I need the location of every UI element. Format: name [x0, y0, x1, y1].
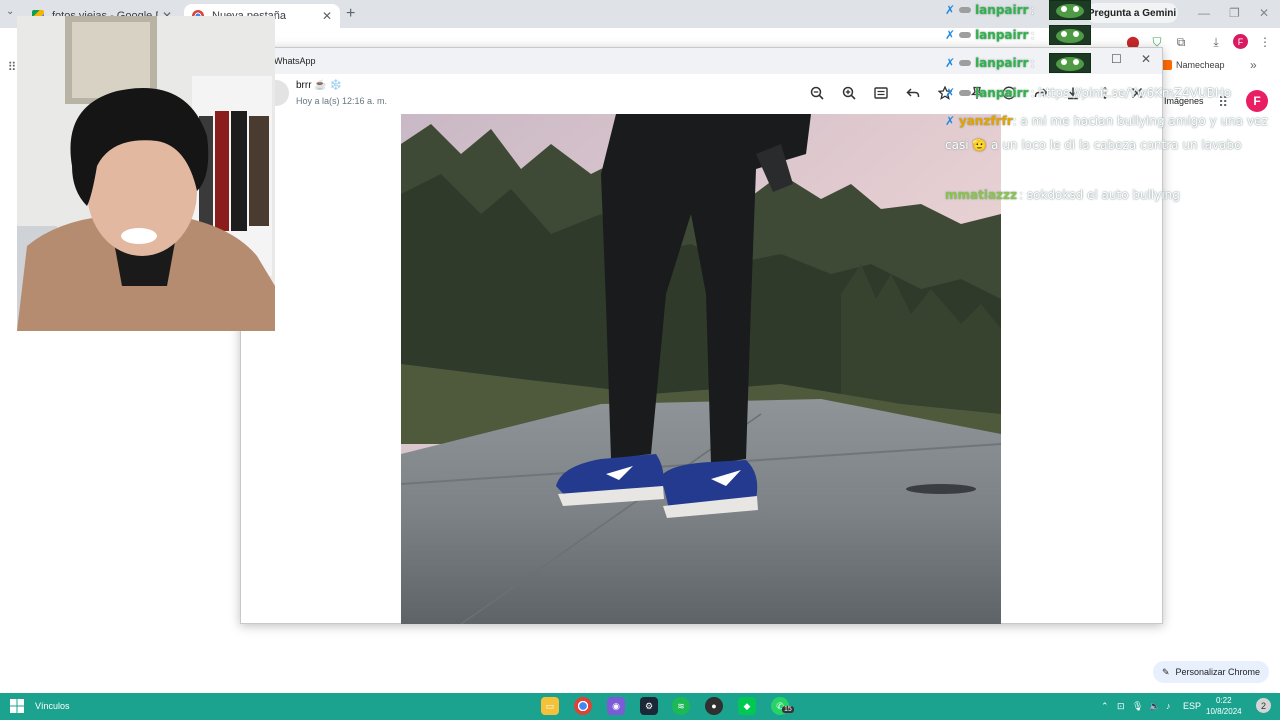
badge-icon [959, 60, 972, 66]
chat-message: ✗ lanpairr : [945, 53, 1091, 73]
whatsapp-badge: 15 [782, 706, 794, 713]
tray-sound-icon[interactable]: ♪ [1166, 701, 1171, 711]
new-tab-icon[interactable]: + [346, 5, 355, 23]
notification-badge[interactable]: 2 [1256, 698, 1271, 713]
zoom-out-icon[interactable] [806, 82, 828, 104]
chat-text: : [1030, 28, 1035, 42]
chat-username: lanpairr [975, 56, 1029, 70]
chat-message: ✗ lanpairr : [945, 0, 1091, 20]
personalize-label: Personalizar Chrome [1175, 667, 1261, 677]
game-app-icon[interactable]: ◆ [738, 697, 756, 715]
emoji-icon: 🫡 [972, 138, 988, 152]
pepe-emote-icon [1048, 0, 1091, 20]
chat-message: ✗ yanzfrfr: a mi me hacian bullying amig… [945, 109, 1270, 157]
chat-username: yanzfrfr [958, 114, 1013, 128]
links-toolbar[interactable]: Vínculos [35, 701, 70, 711]
pepe-emote-icon [1048, 25, 1091, 45]
zoom-in-icon[interactable] [838, 82, 860, 104]
chat-username: lanpairr [975, 3, 1029, 17]
chat-text: a un loco le di la cabeza contra un lava… [991, 138, 1242, 152]
message-icon[interactable] [870, 82, 892, 104]
badge-icon [959, 90, 972, 96]
stream-chat-overlay: ✗ lanpairr : ✗ lanpairr : ✗ lanpairr : ✗… [945, 0, 1275, 220]
tray-app-icon[interactable]: ⊡ [1117, 701, 1125, 712]
chat-message: ✗ lanpairr : [945, 25, 1091, 45]
clock-time: 0:22 [1216, 696, 1232, 705]
chat-text: : sokdoksd el auto bullying [1019, 188, 1180, 202]
volume-icon[interactable]: 🔈 [1149, 701, 1160, 712]
chevron-up-icon[interactable]: ⌃ [1101, 701, 1109, 712]
contact-name: brrr ☕ ❄️ [296, 80, 343, 91]
chrome-icon[interactable] [574, 697, 592, 715]
chat-text: : [1030, 56, 1035, 70]
tab-search-icon[interactable]: ⌄ [6, 6, 14, 17]
webcam-overlay [17, 16, 275, 331]
message-timestamp: Hoy a la(s) 12:16 a. m. [296, 96, 388, 106]
window-title: WhatsApp [274, 56, 316, 66]
reply-icon[interactable] [902, 82, 924, 104]
clock-date: 10/8/2024 [1206, 707, 1242, 716]
file-explorer-icon[interactable]: ▭ [541, 697, 559, 715]
media-image [401, 114, 1001, 624]
personalize-chrome-button[interactable]: ✎ Personalizar Chrome [1153, 661, 1269, 683]
spotify-icon[interactable]: ≋ [672, 697, 690, 715]
taskbar: Vínculos ▭ ◉ ⚙ ≋ ● ◆ ✆ 15 ⌃ ⊡ 🎙 🔈 ♪ ESP … [0, 693, 1280, 720]
close-tab-icon[interactable]: ✕ [322, 9, 332, 23]
badge-icon [959, 7, 972, 13]
chat-message: mmatiazzz : sokdoksd el auto bullying [945, 188, 1180, 202]
steam-icon[interactable]: ⚙ [640, 697, 658, 715]
sword-badge-icon: ✗ [945, 3, 956, 17]
windows-start-icon[interactable] [10, 699, 24, 713]
sword-badge-icon: ✗ [945, 86, 956, 100]
discord-icon[interactable]: ◉ [607, 697, 625, 715]
chat-username: lanpairr [975, 28, 1029, 42]
chat-message: ✗ lanpairr : https://pinit.se/Yw6KmZ4VUB… [945, 86, 1231, 100]
system-clock[interactable]: 0:22 10/8/2024 [1206, 695, 1242, 717]
chat-text: : https://pinit.se/Yw6KmZ4VUBHo [1030, 86, 1232, 100]
badge-icon [959, 32, 972, 38]
chat-username: mmatiazzz [945, 188, 1018, 202]
pepe-emote-icon [1048, 53, 1091, 73]
pencil-icon: ✎ [1161, 666, 1170, 677]
sword-badge-icon: ✗ [945, 114, 956, 128]
microphone-icon[interactable]: 🎙 [1132, 701, 1143, 712]
chat-username: lanpairr [975, 86, 1029, 100]
language-indicator[interactable]: ESP [1183, 701, 1201, 711]
chat-text: : [1030, 3, 1035, 17]
obs-icon[interactable]: ● [705, 697, 723, 715]
sword-badge-icon: ✗ [945, 28, 956, 42]
sword-badge-icon: ✗ [945, 56, 956, 70]
